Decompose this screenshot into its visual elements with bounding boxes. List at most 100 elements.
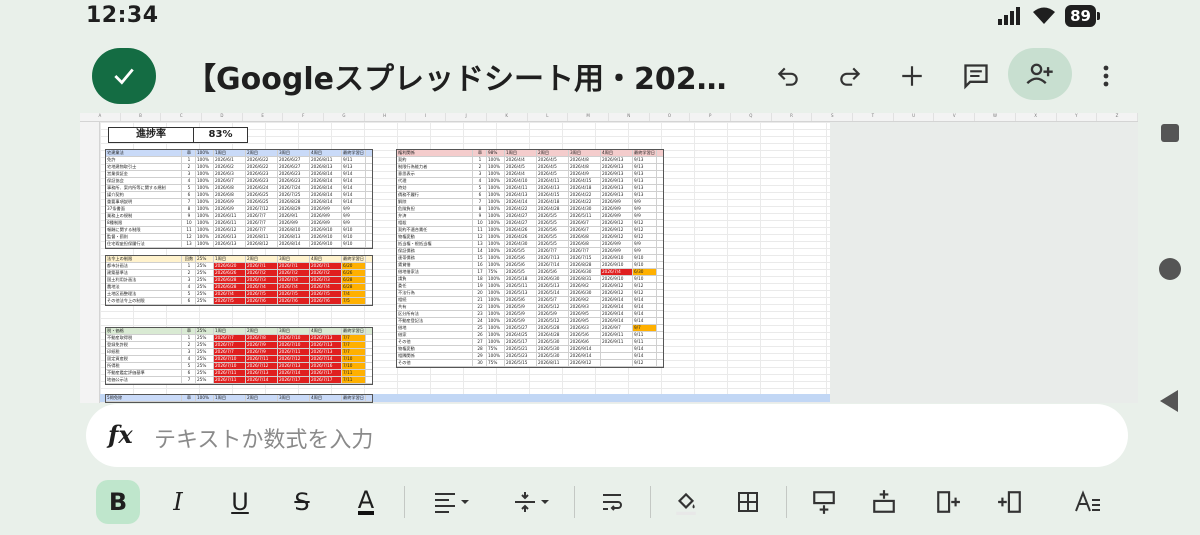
table-cell[interactable]: 2026/7/1 xyxy=(246,263,278,269)
table-cell[interactable]: 2026/5/13 xyxy=(505,290,537,296)
column-header-cell[interactable]: P xyxy=(690,113,731,121)
table-cell[interactable]: 2026/5/5 xyxy=(537,241,569,247)
table-cell[interactable]: 2026/4/15 xyxy=(569,178,601,184)
table-cell[interactable]: 6 xyxy=(182,192,196,198)
table-cell[interactable]: 9/13 xyxy=(633,157,657,163)
table-cell[interactable]: 9/14 xyxy=(342,178,366,184)
column-header-cell[interactable]: A xyxy=(80,113,121,121)
table-row[interactable]: 業務上の規制 9 100% 2026/6/11 2026/7/7 2026/9/1 2026… xyxy=(106,213,372,220)
table-cell[interactable]: 2026/7/17 xyxy=(310,370,342,376)
table-cell[interactable]: 9/13 xyxy=(633,192,657,198)
table-cell[interactable]: 2026/8/10 xyxy=(278,227,310,233)
table-cell[interactable]: 2026/9/3 xyxy=(569,304,601,310)
table-cell[interactable]: 2026/5/6 xyxy=(505,262,537,268)
table-cell[interactable]: 2026/6/23 xyxy=(246,171,278,177)
table-cell[interactable]: 2周目 xyxy=(246,395,278,401)
table-row[interactable]: 不法行為 20 100% 2026/5/13 2026/5/14 2026/6/30 202… xyxy=(397,290,663,297)
table-cell[interactable]: 9/14 xyxy=(633,311,657,317)
table-cell[interactable]: 27 xyxy=(473,339,487,345)
table-cell[interactable]: 2026/9/12 xyxy=(569,360,601,366)
table-cell[interactable]: 2026/4/14 xyxy=(505,199,537,205)
table-cell[interactable]: 2026/6/11 xyxy=(214,213,246,219)
table-cell[interactable]: 100% xyxy=(196,234,214,240)
table-cell[interactable]: 4 xyxy=(473,178,487,184)
table-cell[interactable]: 2026/7/14 xyxy=(537,262,569,268)
table-cell[interactable]: 9/14 xyxy=(633,297,657,303)
table-cell[interactable]: 農地法 xyxy=(106,284,182,290)
table-cell[interactable]: 6/28 xyxy=(342,284,366,290)
table-cell[interactable]: 2026/7/14 xyxy=(246,377,278,383)
table-cell[interactable]: 25% xyxy=(196,377,214,383)
table-cell[interactable]: 2026/6/9 xyxy=(214,206,246,212)
table-cell[interactable]: 100% xyxy=(196,206,214,212)
table-cell[interactable]: 2026/5/23 xyxy=(505,353,537,359)
table-cell[interactable]: 不動産登記法 xyxy=(397,318,473,324)
table-cell[interactable]: 9/13 xyxy=(342,164,366,170)
table-cell[interactable]: 制限行為能力者 xyxy=(397,164,473,170)
table-cell[interactable]: 2026/8/14 xyxy=(310,199,342,205)
table-cell[interactable]: 75% xyxy=(487,360,505,366)
table-cell[interactable]: 2026/5/21 xyxy=(505,346,537,352)
table-cell[interactable]: 6/28 xyxy=(342,277,366,283)
table-cell[interactable]: 2026/7/4 xyxy=(278,284,310,290)
table-row[interactable]: 借地借家法 17 75% 2026/5/5 2026/5/6 2026/6/30 2026/… xyxy=(397,269,663,276)
table-cell[interactable]: 2026/8/11 xyxy=(537,360,569,366)
table-cell[interactable]: 2026/5/30 xyxy=(537,353,569,359)
table-cell[interactable]: 2026/8/14 xyxy=(310,171,342,177)
table-header-row[interactable]: 権利関係章 98% 1周目 2周目 3周目 4周目 最終学習日 xyxy=(397,150,663,157)
table-cell[interactable]: 2026/9/11 xyxy=(601,339,633,345)
rights-table[interactable]: 権利関係章 98% 1周目 2周目 3周目 4周目 最終学習日 契約 1 100% 2026/4/4… xyxy=(396,149,664,368)
table-cell[interactable]: 37条書面 xyxy=(106,206,182,212)
table-cell[interactable]: 6 xyxy=(182,298,196,304)
table-cell[interactable]: 2026/4/27 xyxy=(505,220,537,226)
table-cell[interactable]: 2026/7/17 xyxy=(278,377,310,383)
table-cell[interactable]: 2026/6/8 xyxy=(214,185,246,191)
table-cell[interactable]: 2026/5/5 xyxy=(537,220,569,226)
table-cell[interactable]: 2026/8/29 xyxy=(278,206,310,212)
table-cell[interactable]: 9/14 xyxy=(342,192,366,198)
table-cell[interactable]: 重要事項説明 xyxy=(106,199,182,205)
table-cell[interactable]: 2026/4/30 xyxy=(569,206,601,212)
done-button[interactable] xyxy=(92,48,156,104)
table-cell[interactable]: 8 xyxy=(473,206,487,212)
table-cell[interactable]: 20 xyxy=(473,290,487,296)
table-cell[interactable]: 1周目 xyxy=(505,150,537,156)
table-cell[interactable]: 21 xyxy=(473,297,487,303)
table-cell[interactable]: 最終学習日 xyxy=(342,395,366,401)
table-cell[interactable]: 2026/4/26 xyxy=(505,234,537,240)
table-cell[interactable]: 2026/8/14 xyxy=(310,178,342,184)
table-cell[interactable]: 2026/7/2 xyxy=(278,270,310,276)
table-cell[interactable]: 2026/4/28 xyxy=(537,332,569,338)
borders-button[interactable] xyxy=(726,480,770,524)
table-cell[interactable]: 2026/5/28 xyxy=(537,325,569,331)
table-cell[interactable]: 借家 xyxy=(397,332,473,338)
table-row[interactable]: 連帯債務 15 100% 2026/5/6 2026/7/13 2026/7/15 2026… xyxy=(397,255,663,262)
table-row[interactable]: 代理 4 100% 2026/4/10 2026/4/11 2026/4/15 2026/9… xyxy=(397,178,663,185)
table-cell[interactable]: 9/13 xyxy=(633,178,657,184)
table-cell[interactable]: 債務不履行 xyxy=(397,192,473,198)
table-cell[interactable] xyxy=(601,353,633,359)
table-cell[interactable]: 4周目 xyxy=(310,150,342,156)
table-cell[interactable]: 2026/9/12 xyxy=(601,290,633,296)
table-cell[interactable]: 2026/8/11 xyxy=(246,234,278,240)
table-cell[interactable]: 9/9 xyxy=(342,213,366,219)
table-cell[interactable]: 2026/9/14 xyxy=(569,346,601,352)
table-cell[interactable]: 2026/7/2 xyxy=(310,270,342,276)
table-cell[interactable]: 2026/5/30 xyxy=(537,346,569,352)
table-cell[interactable]: 2026/7/5 xyxy=(214,298,246,304)
table-cell[interactable]: 2周目 xyxy=(537,150,569,156)
table-cell[interactable]: 2026/7/3 xyxy=(310,277,342,283)
table-cell[interactable]: 2026/7/11 xyxy=(246,356,278,362)
align-button[interactable] xyxy=(428,480,478,524)
table-cell[interactable]: 2026/4/5 xyxy=(505,164,537,170)
table-cell[interactable]: 2026/7/11 xyxy=(214,370,246,376)
column-header-cell[interactable]: O xyxy=(650,113,691,121)
table-cell[interactable]: 2026/4/18 xyxy=(537,199,569,205)
column-header-cell[interactable]: R xyxy=(772,113,813,121)
table-cell[interactable]: 2026/4/11 xyxy=(537,178,569,184)
table-cell[interactable] xyxy=(601,346,633,352)
table-cell[interactable]: 25% xyxy=(196,256,214,262)
insert-button[interactable] xyxy=(890,54,934,98)
table-cell[interactable]: 2026/7/6 xyxy=(310,298,342,304)
table-cell[interactable]: 2026/6/28 xyxy=(214,284,246,290)
